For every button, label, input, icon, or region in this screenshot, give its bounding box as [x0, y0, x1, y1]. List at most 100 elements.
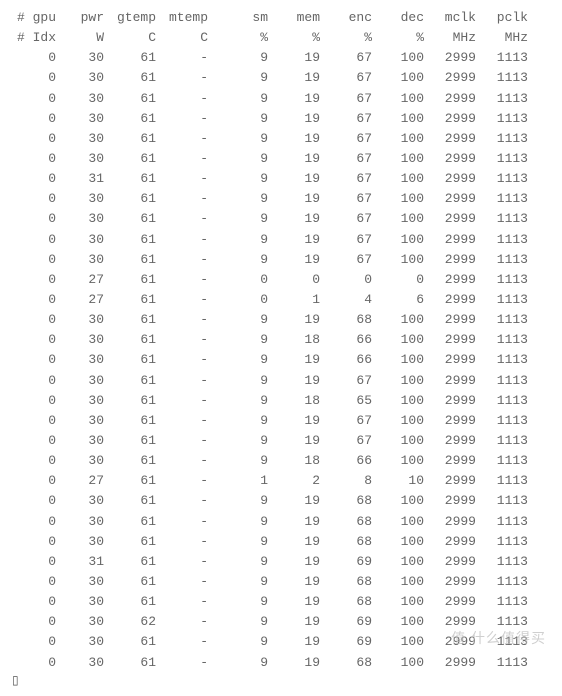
data-row: 03061-9196810029991113 — [12, 532, 550, 552]
terminal-cursor: ▯ — [12, 674, 19, 688]
data-cell-3: - — [156, 149, 208, 169]
data-cell-4: 9 — [208, 250, 268, 270]
data-row: 03061-9196710029991113 — [12, 250, 550, 270]
data-cell-1: 30 — [56, 632, 104, 652]
data-cell-9: 1113 — [476, 371, 528, 391]
data-cell-6: 65 — [320, 391, 372, 411]
data-cell-1: 27 — [56, 290, 104, 310]
data-cell-5: 18 — [268, 451, 320, 471]
data-cell-3: - — [156, 371, 208, 391]
header-cell-9: MHz — [476, 28, 528, 48]
data-cell-7: 0 — [372, 270, 424, 290]
data-cell-0: 0 — [12, 512, 56, 532]
data-cell-4: 9 — [208, 431, 268, 451]
data-cell-9: 1113 — [476, 350, 528, 370]
data-cell-5: 0 — [268, 270, 320, 290]
data-cell-6: 68 — [320, 572, 372, 592]
data-cell-7: 100 — [372, 189, 424, 209]
data-cell-0: 0 — [12, 169, 56, 189]
header-cell-7: % — [372, 28, 424, 48]
data-cell-7: 100 — [372, 451, 424, 471]
data-cell-3: - — [156, 89, 208, 109]
data-cell-4: 9 — [208, 189, 268, 209]
data-cell-9: 1113 — [476, 89, 528, 109]
data-cell-4: 9 — [208, 371, 268, 391]
data-cell-2: 61 — [104, 250, 156, 270]
data-cell-1: 30 — [56, 68, 104, 88]
data-cell-8: 2999 — [424, 189, 476, 209]
data-cell-6: 67 — [320, 209, 372, 229]
header-cell-3: mtemp — [156, 8, 208, 28]
data-cell-2: 62 — [104, 612, 156, 632]
data-cell-9: 1113 — [476, 653, 528, 673]
data-cell-9: 1113 — [476, 451, 528, 471]
data-cell-5: 19 — [268, 250, 320, 270]
data-cell-0: 0 — [12, 330, 56, 350]
data-cell-6: 67 — [320, 89, 372, 109]
data-row: 03061-9196710029991113 — [12, 230, 550, 250]
header-cell-6: % — [320, 28, 372, 48]
data-cell-5: 19 — [268, 512, 320, 532]
data-cell-3: - — [156, 391, 208, 411]
data-cell-1: 30 — [56, 592, 104, 612]
data-cell-6: 67 — [320, 431, 372, 451]
data-cell-0: 0 — [12, 230, 56, 250]
data-cell-5: 19 — [268, 350, 320, 370]
data-cell-2: 61 — [104, 330, 156, 350]
data-cell-4: 9 — [208, 310, 268, 330]
header-cell-3: C — [156, 28, 208, 48]
data-cell-7: 6 — [372, 290, 424, 310]
data-cell-0: 0 — [12, 129, 56, 149]
data-cell-0: 0 — [12, 350, 56, 370]
data-cell-6: 68 — [320, 653, 372, 673]
data-cell-7: 100 — [372, 310, 424, 330]
data-row: 03061-9186610029991113 — [12, 451, 550, 471]
data-cell-6: 67 — [320, 169, 372, 189]
data-cell-2: 61 — [104, 592, 156, 612]
data-cell-4: 9 — [208, 653, 268, 673]
data-cell-4: 9 — [208, 552, 268, 572]
data-cell-7: 100 — [372, 250, 424, 270]
data-cell-3: - — [156, 330, 208, 350]
data-cell-9: 1113 — [476, 109, 528, 129]
data-cell-4: 9 — [208, 350, 268, 370]
data-cell-1: 27 — [56, 471, 104, 491]
data-cell-2: 61 — [104, 209, 156, 229]
data-cell-0: 0 — [12, 471, 56, 491]
data-cell-4: 9 — [208, 572, 268, 592]
data-cell-2: 61 — [104, 149, 156, 169]
data-cell-6: 66 — [320, 350, 372, 370]
data-cell-5: 19 — [268, 431, 320, 451]
data-cell-9: 1113 — [476, 48, 528, 68]
data-row: 03061-9196710029991113 — [12, 431, 550, 451]
data-cell-0: 0 — [12, 189, 56, 209]
data-cell-1: 30 — [56, 431, 104, 451]
data-cell-6: 4 — [320, 290, 372, 310]
data-cell-2: 61 — [104, 48, 156, 68]
data-cell-1: 30 — [56, 48, 104, 68]
data-cell-9: 1113 — [476, 431, 528, 451]
data-cell-6: 67 — [320, 149, 372, 169]
data-cell-2: 61 — [104, 572, 156, 592]
data-cell-2: 61 — [104, 532, 156, 552]
data-cell-5: 18 — [268, 330, 320, 350]
data-cell-9: 1113 — [476, 330, 528, 350]
data-cell-1: 30 — [56, 653, 104, 673]
data-cell-3: - — [156, 129, 208, 149]
data-cell-0: 0 — [12, 632, 56, 652]
header-cell-8: mclk — [424, 8, 476, 28]
data-cell-9: 1113 — [476, 129, 528, 149]
data-cell-5: 19 — [268, 129, 320, 149]
data-cell-7: 100 — [372, 532, 424, 552]
data-cell-5: 18 — [268, 391, 320, 411]
data-cell-6: 68 — [320, 592, 372, 612]
data-cell-0: 0 — [12, 491, 56, 511]
header-cell-7: dec — [372, 8, 424, 28]
data-cell-4: 9 — [208, 491, 268, 511]
data-cell-5: 19 — [268, 371, 320, 391]
header-cell-8: MHz — [424, 28, 476, 48]
data-cell-3: - — [156, 250, 208, 270]
data-cell-7: 100 — [372, 169, 424, 189]
data-cell-0: 0 — [12, 552, 56, 572]
data-row: 03061-9196710029991113 — [12, 48, 550, 68]
